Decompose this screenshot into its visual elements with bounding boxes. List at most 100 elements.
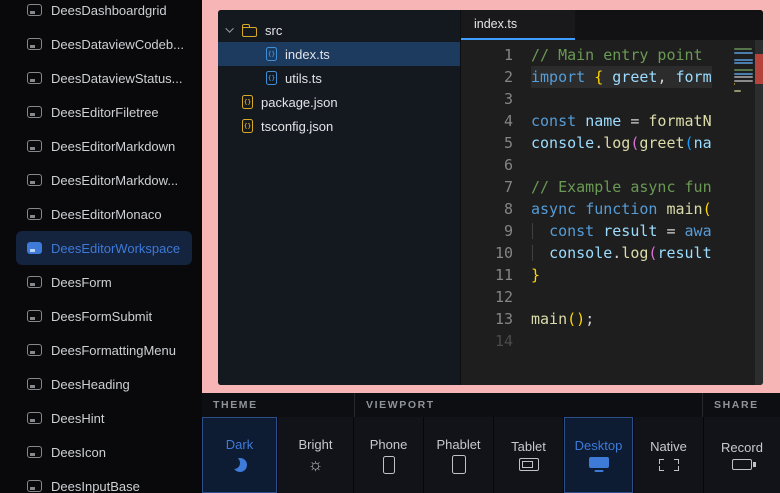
code-token: . xyxy=(612,244,621,262)
sidebar-item-deeseditormonaco[interactable]: DeesEditorMonaco xyxy=(16,197,192,231)
component-window-icon xyxy=(27,310,42,322)
code-editor[interactable]: 1// Main entry point2 import { greet, for… xyxy=(461,40,733,385)
sidebar-item-deeseditorworkspace[interactable]: DeesEditorWorkspace xyxy=(16,231,192,265)
component-window-icon xyxy=(27,446,42,458)
component-window-icon xyxy=(27,38,42,50)
sidebar-item-deesicon[interactable]: DeesIcon xyxy=(16,435,192,469)
code-line: 9 const result = awa xyxy=(461,220,733,242)
sidebar-item-deesinputbase[interactable]: DeesInputBase xyxy=(16,469,192,493)
tree-item-utils-ts[interactable]: {}utils.ts xyxy=(218,66,460,90)
code-token xyxy=(531,244,549,262)
code-token: // Main entry point xyxy=(531,46,703,64)
code-text: import { greet, form xyxy=(531,66,712,88)
line-number: 10 xyxy=(461,242,513,264)
minimap-line xyxy=(734,48,752,50)
sidebar-item-label: DeesForm xyxy=(51,275,112,290)
component-window-icon xyxy=(27,106,42,118)
sun-icon xyxy=(306,456,326,474)
button-label: Phone xyxy=(370,437,408,452)
minimap-line xyxy=(734,59,753,61)
component-window-icon xyxy=(27,242,42,254)
toolbar-buttons: Dark Bright Phone Phablet Tablet Desktop Nativ… xyxy=(202,417,780,493)
code-text: main(); xyxy=(531,308,594,330)
editor-workspace-demo: src{}index.ts{}utils.ts{}package.json{}t… xyxy=(218,10,763,385)
folder-icon xyxy=(242,27,257,37)
code-token: { xyxy=(594,68,603,86)
viewport-desktop-button[interactable]: Desktop xyxy=(564,417,634,493)
sidebar-item-deeshint[interactable]: DeesHint xyxy=(16,401,192,435)
indent-guide xyxy=(532,245,533,261)
sidebar-item-deesformattingmenu[interactable]: DeesFormattingMenu xyxy=(16,333,192,367)
code-token: . xyxy=(594,134,603,152)
app-root: DeesDashboardgrid DeesDataviewCodeb... Dee… xyxy=(0,0,780,493)
component-window-icon xyxy=(27,276,42,288)
sidebar-item-deesdataviewcodeb[interactable]: DeesDataviewCodeb... xyxy=(16,27,192,61)
tree-item-index-ts[interactable]: {}index.ts xyxy=(218,42,460,66)
sidebar-item-deesdashboardgrid[interactable]: DeesDashboardgrid xyxy=(16,0,192,27)
code-text: console.log(greet(na xyxy=(531,132,712,154)
error-marker xyxy=(755,54,763,84)
code-line: 10 console.log(result xyxy=(461,242,733,264)
code-token: // Example async fun xyxy=(531,178,712,196)
viewport-tablet-button[interactable]: Tablet xyxy=(494,417,564,493)
tree-item-tsconfig-json[interactable]: {}tsconfig.json xyxy=(218,114,460,138)
tree-item-src[interactable]: src xyxy=(218,18,460,42)
sidebar-item-deeseditormarkdown[interactable]: DeesEditorMarkdown xyxy=(16,129,192,163)
code-token: result xyxy=(657,244,711,262)
code-line: 5console.log(greet(na xyxy=(461,132,733,154)
sidebar-item-label: DeesFormattingMenu xyxy=(51,343,176,358)
component-window-icon xyxy=(27,208,42,220)
code-token: ( xyxy=(685,134,694,152)
minimap-line xyxy=(734,90,741,92)
code-token xyxy=(621,112,630,130)
component-window-icon xyxy=(27,174,42,186)
sidebar-item-deesformsubmit[interactable]: DeesFormSubmit xyxy=(16,299,192,333)
sidebar-item-label: DeesHeading xyxy=(51,377,130,392)
sidebar-item-label: DeesDataviewStatus... xyxy=(51,71,183,86)
sidebar-item-deesdataviewstatus[interactable]: DeesDataviewStatus... xyxy=(16,61,192,95)
tree-item-label: utils.ts xyxy=(285,71,322,86)
chevron-down-icon[interactable] xyxy=(225,24,233,32)
overview-ruler[interactable] xyxy=(755,40,763,385)
code-line: 1// Main entry point xyxy=(461,44,733,66)
editor-tab-index-ts[interactable]: index.ts xyxy=(461,10,575,40)
record-icon xyxy=(732,459,752,470)
component-window-icon xyxy=(27,378,42,390)
desktop-icon xyxy=(589,457,609,472)
sidebar-item-deesform[interactable]: DeesForm xyxy=(16,265,192,299)
line-number: 14 xyxy=(461,330,513,352)
tree-item-package-json[interactable]: {}package.json xyxy=(218,90,460,114)
sidebar-item-deeseditorfiletree[interactable]: DeesEditorFiletree xyxy=(16,95,192,129)
share-record-button[interactable]: Record xyxy=(704,417,780,493)
file-tree: src{}index.ts{}utils.ts{}package.json{}t… xyxy=(218,10,460,385)
code-token: result xyxy=(603,222,657,240)
sidebar-item-deeseditormarkdow[interactable]: DeesEditorMarkdow... xyxy=(16,163,192,197)
code-token: awa xyxy=(685,222,712,240)
viewport-phablet-button[interactable]: Phablet xyxy=(424,417,494,493)
sidebar-item-label: DeesEditorMonaco xyxy=(51,207,162,222)
button-label: Phablet xyxy=(436,437,480,452)
sidebar-item-deesheading[interactable]: DeesHeading xyxy=(16,367,192,401)
theme-dark-button[interactable]: Dark xyxy=(202,417,278,493)
code-line: 14 xyxy=(461,330,733,352)
code-token: form xyxy=(676,68,712,86)
viewport-phone-button[interactable]: Phone xyxy=(354,417,424,493)
minimap[interactable] xyxy=(733,40,755,385)
viewport-native-button[interactable]: Native xyxy=(634,417,704,493)
moon-icon xyxy=(230,456,250,474)
button-label: Desktop xyxy=(575,438,623,453)
minimap-line xyxy=(734,80,753,82)
code-token: formatN xyxy=(648,112,711,130)
line-number: 12 xyxy=(461,286,513,308)
sidebar-item-label: DeesDataviewCodeb... xyxy=(51,37,184,52)
component-window-icon xyxy=(27,344,42,356)
code-text: console.log(result xyxy=(531,242,712,264)
button-label: Dark xyxy=(226,437,253,452)
line-number: 2 xyxy=(461,66,513,88)
editor-tab-label: index.ts xyxy=(474,17,517,31)
line-number: 9 xyxy=(461,220,513,242)
code-token: log xyxy=(603,134,630,152)
theme-bright-button[interactable]: Bright xyxy=(278,417,354,493)
code-token xyxy=(666,68,675,86)
json-file-icon: {} xyxy=(242,95,253,109)
